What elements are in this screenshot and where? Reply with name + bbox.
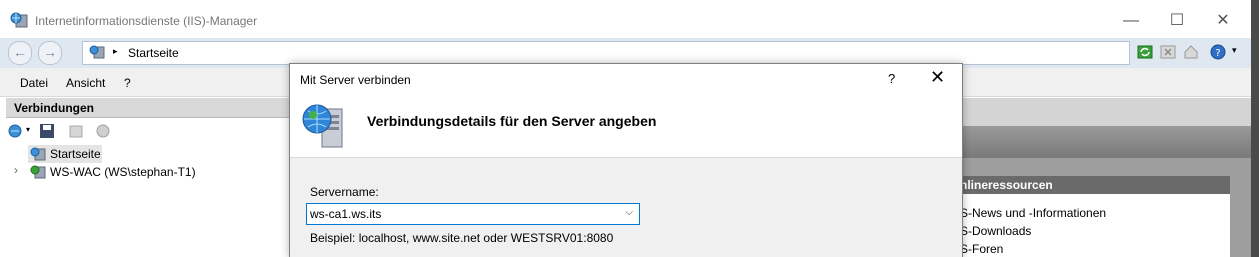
server-name-combobox[interactable]: ws-ca1.ws.its ⌵ bbox=[306, 203, 640, 225]
connections-header: Verbindungen bbox=[6, 98, 291, 118]
iis-manager-window: Internetinformationsdienste (IIS)-Manage… bbox=[0, 0, 1251, 257]
home-icon[interactable] bbox=[1183, 44, 1199, 60]
refresh-icon[interactable] bbox=[1137, 44, 1153, 60]
server-name-label: Servername: bbox=[310, 185, 379, 199]
save-icon[interactable] bbox=[39, 123, 55, 139]
window-edge bbox=[1251, 0, 1259, 257]
server-node-icon bbox=[30, 165, 46, 179]
link-forums[interactable]: S-Foren bbox=[960, 242, 1003, 256]
breadcrumb-arrow-icon[interactable]: ▸ bbox=[113, 46, 118, 57]
dialog-header-band: Verbindungsdetails für den Server angebe… bbox=[290, 94, 962, 158]
dialog-title: Mit Server verbinden bbox=[300, 73, 411, 87]
disconnect-icon[interactable] bbox=[95, 123, 111, 139]
help-icon[interactable]: ? bbox=[1210, 44, 1226, 60]
minimize-button[interactable]: — bbox=[1108, 6, 1154, 36]
window-title: Internetinformationsdienste (IIS)-Manage… bbox=[35, 14, 258, 28]
server-icon bbox=[89, 45, 105, 59]
address-field[interactable]: ▸ Startseite bbox=[82, 41, 1130, 65]
expand-icon[interactable]: › bbox=[14, 163, 18, 177]
tree-item-label: Startseite bbox=[50, 147, 101, 161]
dialog-help-button[interactable]: ? bbox=[888, 71, 895, 86]
server-name-example: Beispiel: localhost, www.site.net oder W… bbox=[310, 231, 614, 245]
tree-item-server[interactable]: WS-WAC (WS\stephan-T1) bbox=[28, 163, 228, 181]
close-window-button[interactable]: ✕ bbox=[1200, 6, 1246, 36]
forward-button[interactable]: → bbox=[38, 41, 62, 65]
home-server-icon bbox=[30, 147, 46, 161]
content-band bbox=[960, 98, 1251, 126]
connect-dropdown-icon[interactable]: ▾ bbox=[26, 125, 30, 134]
title-bar: Internetinformationsdienste (IIS)-Manage… bbox=[0, 0, 1251, 38]
link-downloads[interactable]: S-Downloads bbox=[960, 224, 1031, 238]
menu-help[interactable]: ? bbox=[124, 76, 131, 90]
maximize-button[interactable]: ☐ bbox=[1154, 6, 1200, 36]
server-globe-icon bbox=[302, 104, 343, 148]
server-name-input[interactable]: ws-ca1.ws.its bbox=[310, 207, 381, 221]
back-button[interactable]: ← bbox=[8, 41, 32, 65]
menu-datei[interactable]: Datei bbox=[20, 76, 48, 90]
menu-ansicht[interactable]: Ansicht bbox=[66, 76, 105, 90]
dialog-close-button[interactable]: ✕ bbox=[930, 67, 945, 88]
stop-icon[interactable] bbox=[1160, 44, 1176, 60]
svg-text:?: ? bbox=[1215, 48, 1220, 59]
connect-icon[interactable] bbox=[8, 123, 24, 139]
online-resources-header: nlineressourcen bbox=[960, 176, 1230, 194]
content-gradient bbox=[960, 126, 1251, 158]
iis-app-icon bbox=[10, 12, 28, 28]
tree-item-startseite[interactable]: Startseite bbox=[28, 145, 102, 163]
up-icon[interactable] bbox=[68, 123, 84, 139]
chevron-down-icon[interactable]: ⌵ bbox=[625, 207, 633, 218]
help-dropdown-icon[interactable]: ▾ bbox=[1232, 45, 1237, 56]
breadcrumb-startseite[interactable]: Startseite bbox=[128, 46, 179, 60]
tree-item-label: WS-WAC (WS\stephan-T1) bbox=[50, 165, 196, 179]
link-news[interactable]: S-News und -Informationen bbox=[960, 206, 1106, 220]
dialog-heading: Verbindungsdetails für den Server angebe… bbox=[367, 113, 657, 129]
connect-server-dialog: Mit Server verbinden ? ✕ Verbindungsdeta… bbox=[289, 63, 963, 257]
